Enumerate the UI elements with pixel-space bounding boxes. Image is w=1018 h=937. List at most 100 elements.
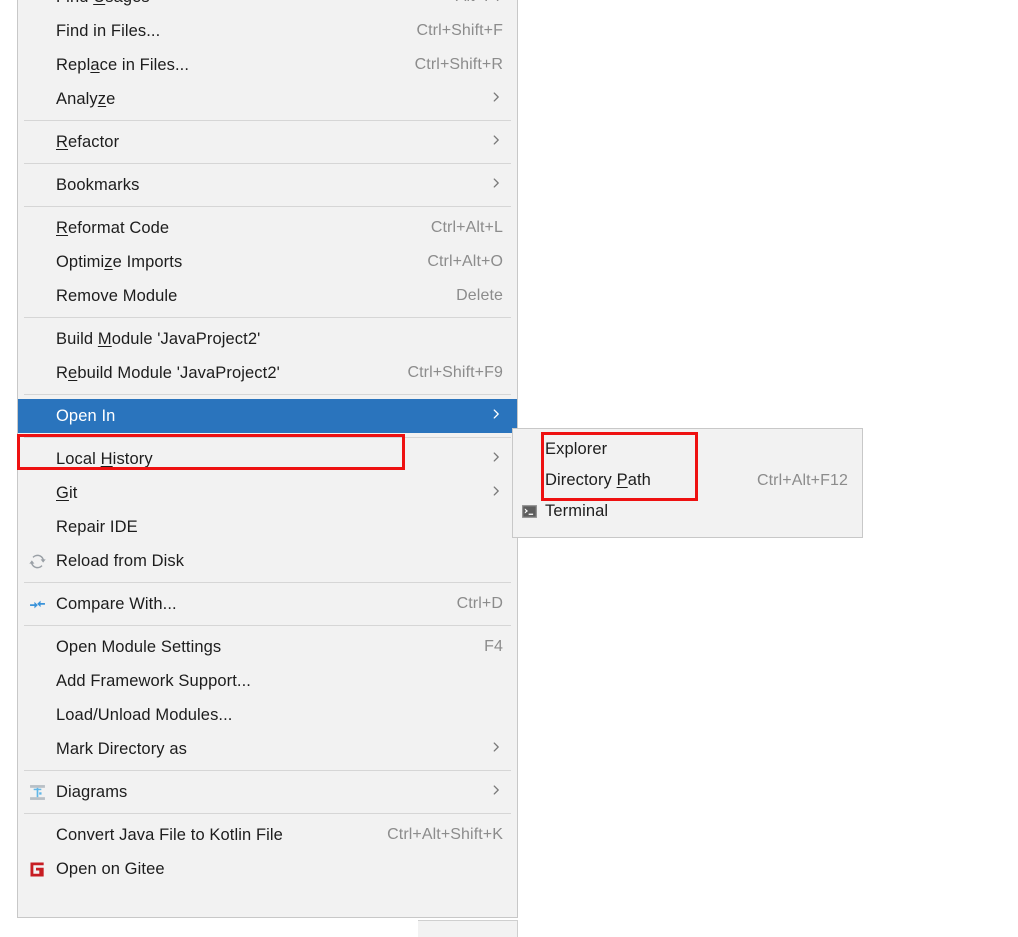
item-icon-slot (18, 818, 56, 852)
menu-item-rebuild-module-javaproject2[interactable]: Rebuild Module 'JavaProject2' Ctrl+Shift+… (18, 356, 517, 390)
menu-item-repair-ide[interactable]: Repair IDE (18, 510, 517, 544)
item-icon-slot (18, 664, 56, 698)
menu-separator (24, 120, 511, 121)
menu-item-build-module-javaproject2[interactable]: Build Module 'JavaProject2' (18, 322, 517, 356)
menu-item-diagrams[interactable]: Diagrams (18, 775, 517, 809)
item-label: Build Module 'JavaProject2' (56, 329, 261, 348)
item-label: Compare With... (56, 594, 177, 613)
menu-item-replace-in-files[interactable]: Replace in Files... Ctrl+Shift+R (18, 48, 517, 82)
chevron-right-icon (473, 90, 503, 108)
menu-item-compare-with[interactable]: Compare With... Ctrl+D (18, 587, 517, 621)
menu-item-bookmarks[interactable]: Bookmarks (18, 168, 517, 202)
item-icon-slot (18, 442, 56, 476)
item-shortcut: Ctrl+Alt+F12 (756, 471, 848, 489)
item-icon-slot (18, 125, 56, 159)
item-icon-slot (18, 211, 56, 245)
diagrams-icon (29, 784, 46, 801)
item-label: Analyze (56, 89, 116, 108)
menu-item-optimize-imports[interactable]: Optimize Imports Ctrl+Alt+O (18, 245, 517, 279)
submenu-item-terminal[interactable]: Terminal (513, 496, 862, 527)
chevron-right-icon (473, 176, 503, 194)
item-icon-slot (18, 510, 56, 544)
item-label: Find Usages (56, 0, 150, 7)
menu-item-open-in[interactable]: Open In (18, 399, 517, 433)
item-icon-slot (18, 14, 56, 48)
menu-item-load-unload-modules[interactable]: Load/Unload Modules... (18, 698, 517, 732)
item-icon-slot (18, 852, 56, 886)
item-shortcut: Ctrl+Alt+L (430, 219, 503, 236)
submenu-item-explorer[interactable]: Explorer (513, 434, 862, 465)
chevron-right-icon (473, 133, 503, 151)
item-icon-slot (513, 496, 545, 527)
menu-separator (24, 317, 511, 318)
item-icon-slot (513, 465, 545, 496)
menu-item-git[interactable]: Git (18, 476, 517, 510)
menu-item-mark-directory-as[interactable]: Mark Directory as (18, 732, 517, 766)
item-icon-slot (513, 434, 545, 465)
terminal-icon (521, 503, 538, 520)
menu-item-remove-module[interactable]: Remove Module Delete (18, 279, 517, 313)
item-label: Git (56, 483, 78, 502)
item-shortcut: Ctrl+D (456, 595, 503, 612)
menu-item-reformat-code[interactable]: Reformat Code Ctrl+Alt+L (18, 211, 517, 245)
item-shortcut: Alt+F7 (436, 0, 503, 6)
menu-item-reload-from-disk[interactable]: Reload from Disk (18, 544, 517, 578)
chevron-right-icon (473, 783, 503, 801)
item-label: Explorer (545, 440, 608, 458)
menu-item-add-framework-support[interactable]: Add Framework Support... (18, 664, 517, 698)
item-icon-slot (18, 587, 56, 621)
item-icon-slot (18, 399, 56, 433)
item-icon-slot (18, 698, 56, 732)
menu-item-convert-java-file-to-kotlin-file[interactable]: Convert Java File to Kotlin File Ctrl+Alt… (18, 818, 517, 852)
chevron-right-icon (473, 484, 503, 502)
compare-icon (29, 596, 46, 613)
item-icon-slot (18, 630, 56, 664)
item-label: Reformat Code (56, 218, 170, 237)
context-menu[interactable]: Find Usages Alt+F7 Find in Files... Ctrl+Sh… (17, 0, 518, 918)
item-label: Open Module Settings (56, 637, 222, 656)
menu-separator (24, 813, 511, 814)
menu-item-open-on-gitee[interactable]: Open on Gitee (18, 852, 517, 886)
item-label: Diagrams (56, 782, 128, 801)
item-label: Bookmarks (56, 175, 140, 194)
menu-separator (24, 625, 511, 626)
item-icon-slot (18, 356, 56, 390)
item-shortcut: Ctrl+Shift+F9 (407, 364, 503, 381)
open-in-submenu[interactable]: Explorer Directory Path Ctrl+Alt+F12 Termin… (512, 428, 863, 538)
item-icon-slot (18, 0, 56, 14)
item-icon-slot (18, 775, 56, 809)
item-shortcut: Ctrl+Shift+F (416, 22, 503, 39)
item-shortcut: Delete (456, 287, 503, 304)
menu-separator (24, 206, 511, 207)
item-label: Find in Files... (56, 21, 161, 40)
item-icon-slot (18, 322, 56, 356)
background-panel-bottom (418, 920, 518, 937)
item-icon-slot (18, 732, 56, 766)
gitee-icon (29, 861, 46, 878)
reload-icon (29, 553, 46, 570)
item-icon-slot (18, 544, 56, 578)
chevron-right-icon (473, 740, 503, 758)
menu-item-analyze[interactable]: Analyze (18, 82, 517, 116)
item-label: Replace in Files... (56, 55, 190, 74)
item-shortcut: Ctrl+Shift+R (414, 56, 503, 73)
item-label: Optimize Imports (56, 252, 183, 271)
item-shortcut: Ctrl+Alt+Shift+K (387, 826, 503, 843)
menu-item-open-module-settings[interactable]: Open Module Settings F4 (18, 630, 517, 664)
chevron-right-icon (473, 407, 503, 425)
menu-item-local-history[interactable]: Local History (18, 442, 517, 476)
menu-item-refactor[interactable]: Refactor (18, 125, 517, 159)
menu-item-find-usages[interactable]: Find Usages Alt+F7 (18, 0, 517, 14)
item-label: Refactor (56, 132, 120, 151)
item-shortcut: Ctrl+Alt+O (427, 253, 503, 270)
item-icon-slot (18, 168, 56, 202)
context-menu-items: Find Usages Alt+F7 Find in Files... Ctrl+Sh… (18, 0, 517, 886)
open-in-submenu-items: Explorer Directory Path Ctrl+Alt+F12 Termin… (513, 434, 862, 527)
item-label: Directory Path (545, 471, 651, 489)
item-label: Mark Directory as (56, 739, 187, 758)
menu-separator (24, 394, 511, 395)
submenu-item-directory-path[interactable]: Directory Path Ctrl+Alt+F12 (513, 465, 862, 496)
item-label: Reload from Disk (56, 551, 185, 570)
item-label: Remove Module (56, 286, 178, 305)
menu-item-find-in-files[interactable]: Find in Files... Ctrl+Shift+F (18, 14, 517, 48)
